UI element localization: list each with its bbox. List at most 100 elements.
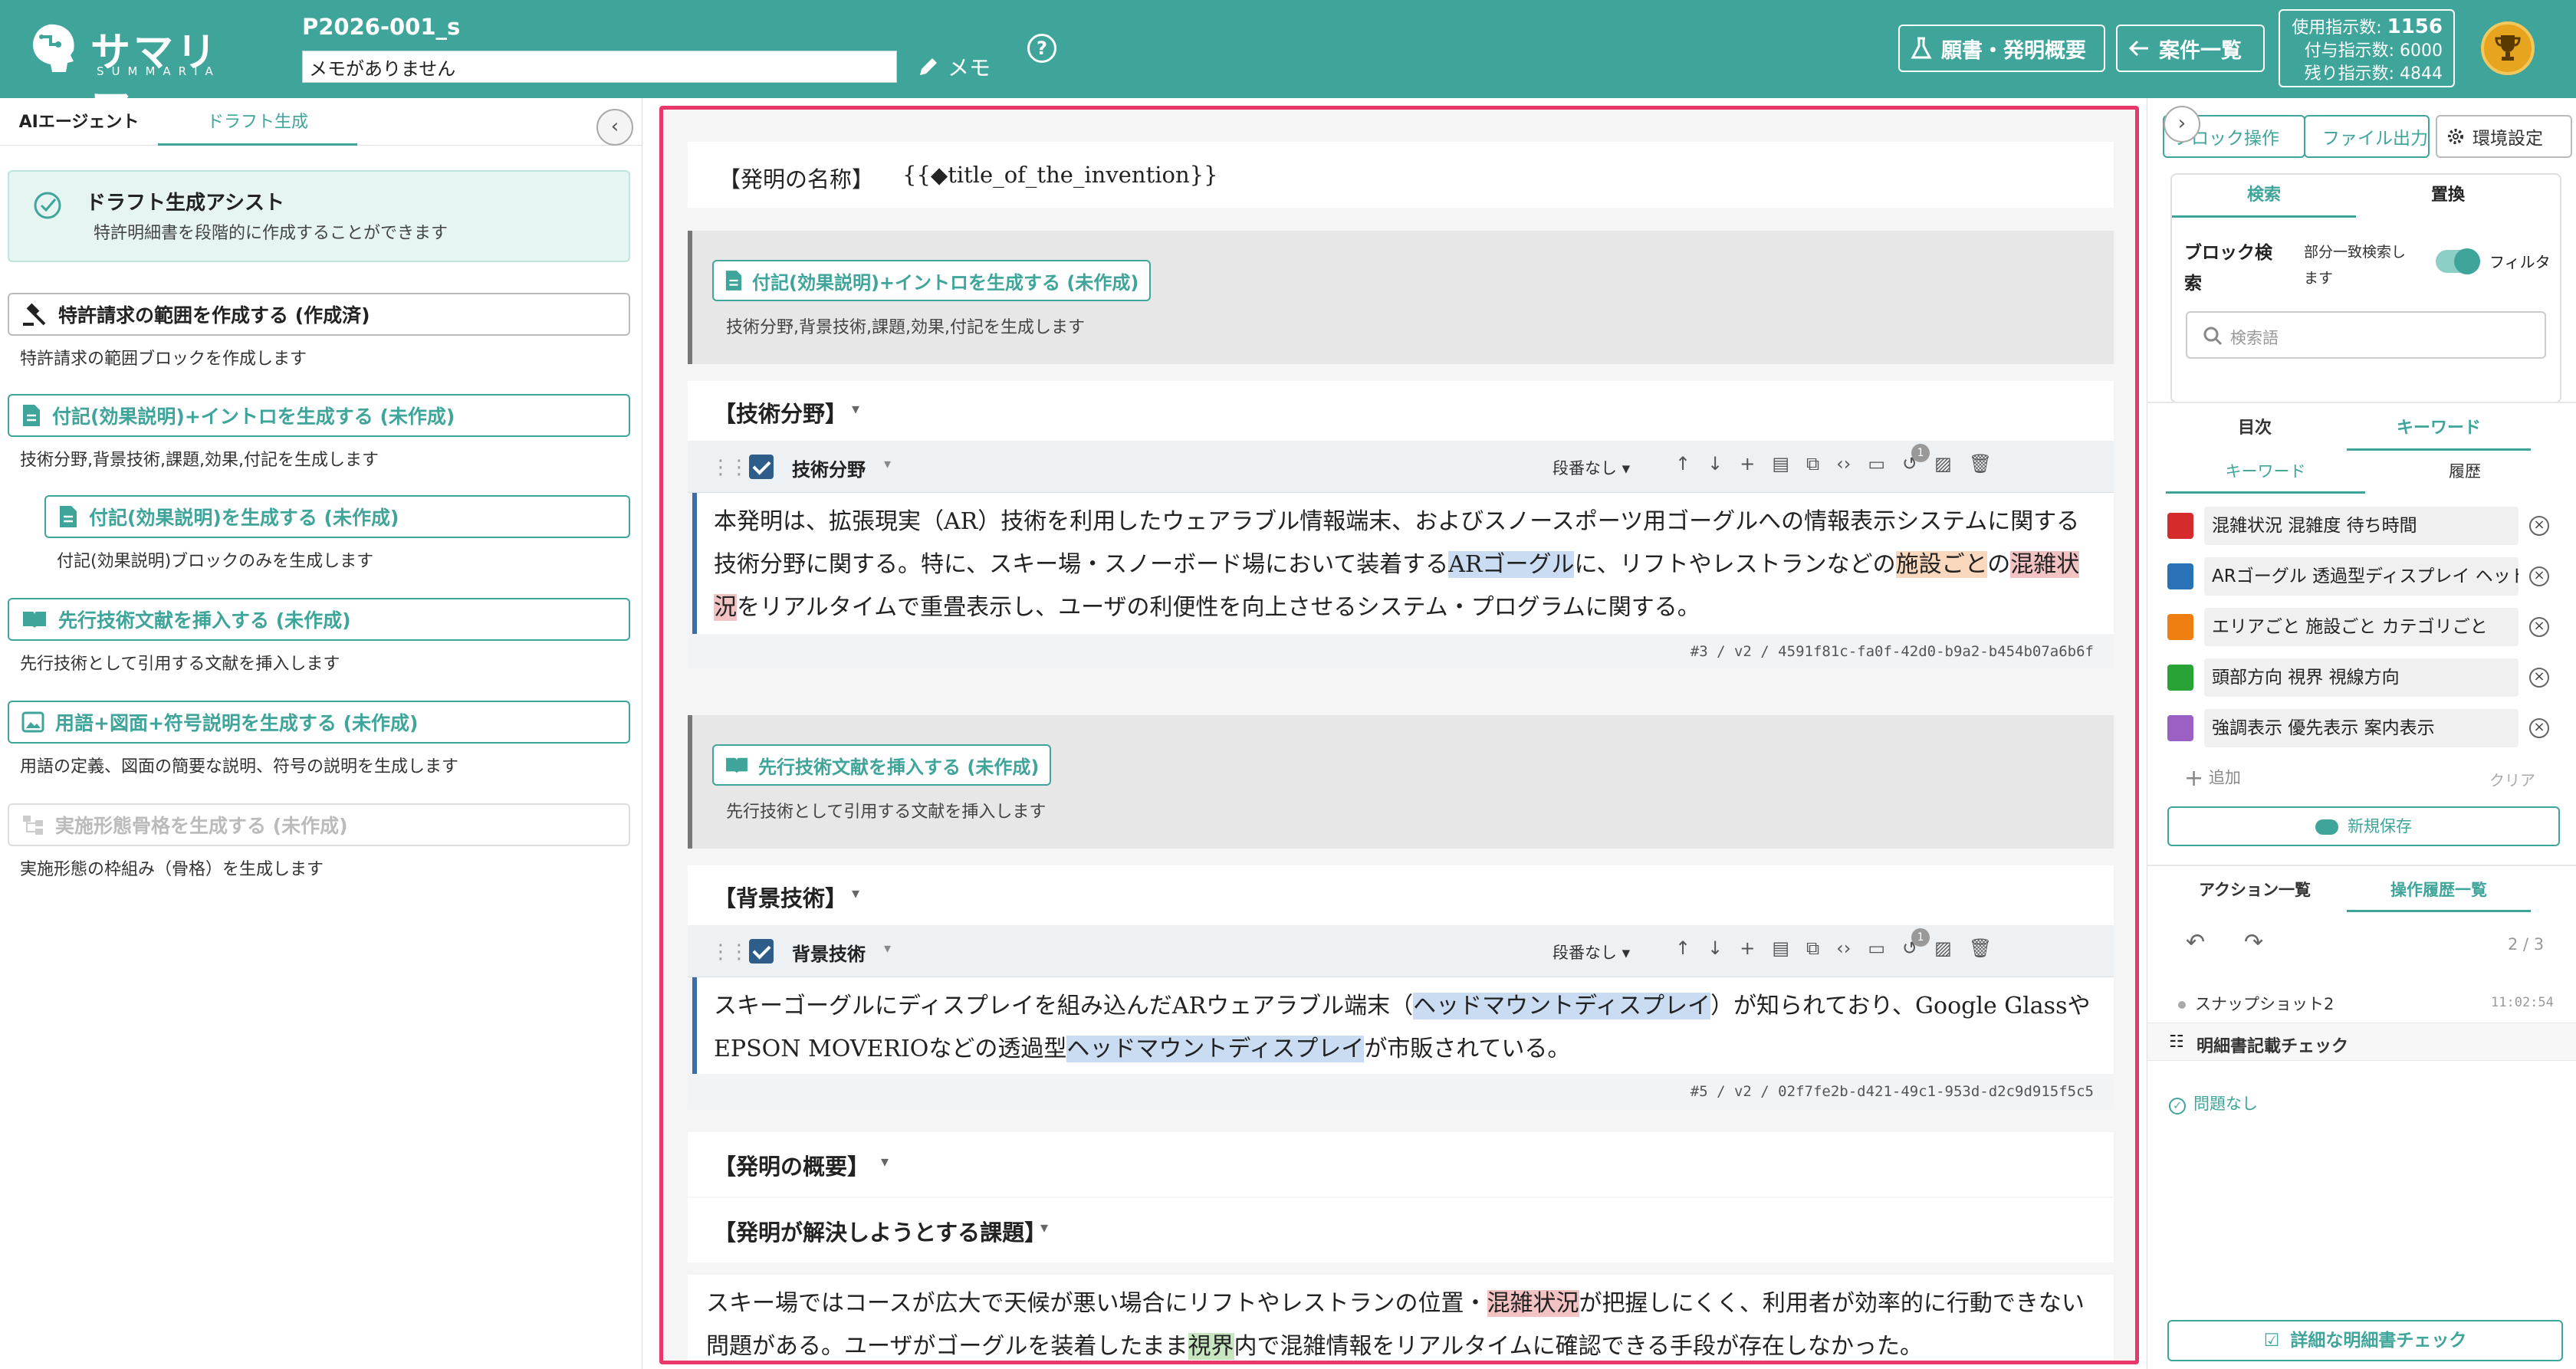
keyword-color-swatch[interactable] <box>2167 614 2193 640</box>
memo-input[interactable] <box>302 51 897 83</box>
trophy-button[interactable] <box>2481 21 2535 75</box>
step-embodiment-button[interactable]: 実施形態骨格を生成する (未作成) <box>8 803 630 846</box>
drag-handle-icon[interactable]: ⋮⋮ <box>711 941 749 964</box>
block-problem-text[interactable]: スキー場ではコースが広大で天候が悪い場合にリフトやレストランの位置・混雑状況が把… <box>688 1275 2114 1361</box>
move-down-icon[interactable]: ↓ <box>1707 937 1723 959</box>
remove-keyword-icon[interactable]: × <box>2529 566 2549 586</box>
tab-actions[interactable]: アクション一覧 <box>2163 869 2347 912</box>
block-background-text[interactable]: スキーゴーグルにディスプレイを組み込んだARウェアラブル端末（ヘッドマウントディ… <box>692 977 2114 1074</box>
comment-icon[interactable]: ▭ <box>1868 937 1885 959</box>
keyword-row[interactable]: 混雑状況 混雑度 待ち時間 × <box>2167 506 2560 546</box>
chevron-down-icon[interactable]: ▾ <box>852 399 859 418</box>
add-keyword-button[interactable]: + 追加 <box>2184 765 2241 792</box>
subtab-history[interactable]: 履歴 <box>2365 451 2564 494</box>
tab-search[interactable]: 検索 <box>2172 175 2356 218</box>
keyword-row[interactable]: エリアごと 施設ごと カテゴリごと × <box>2167 607 2560 647</box>
block-checkbox[interactable] <box>749 939 774 964</box>
document-icon[interactable]: ▤ <box>1772 453 1789 474</box>
tab-keywords[interactable]: キーワード <box>2347 408 2531 451</box>
paragraph-number-select[interactable]: 段番なし ▾ <box>1552 456 1630 479</box>
generate-intro-button[interactable]: 付記(効果説明)+イントロを生成する (未作成) <box>712 260 1152 301</box>
step-intro-button[interactable]: 付記(効果説明)+イントロを生成する (未作成) <box>8 394 630 437</box>
section-background[interactable]: 【背景技術】 ▾ <box>688 865 2114 925</box>
tab-toc[interactable]: 目次 <box>2163 408 2347 451</box>
expand-right-button[interactable]: › <box>2164 106 2200 143</box>
keyword-text[interactable]: 混雑状況 混雑度 待ち時間 <box>2204 507 2518 545</box>
keyword-row[interactable]: ARゴーグル 透過型ディスプレイ ヘッドマウントディスプレイ × <box>2167 556 2560 596</box>
keyword-text[interactable]: エリアごと 施設ごと カテゴリごと <box>2204 608 2518 646</box>
move-up-icon[interactable]: ↑ <box>1675 937 1691 959</box>
copy-icon[interactable]: ⧉ <box>1806 453 1819 474</box>
snapshot-item[interactable]: スナップショット2 <box>2178 992 2334 1015</box>
remove-keyword-icon[interactable]: × <box>2529 617 2549 637</box>
block-checkbox[interactable] <box>749 455 774 479</box>
file-output-button[interactable]: ファイル出力 <box>2304 115 2430 158</box>
step-prior-art-button[interactable]: 先行技術文献を挿入する (未作成) <box>8 598 630 641</box>
step-effect-button[interactable]: 付記(効果説明)を生成する (未作成) <box>44 495 630 538</box>
chevron-down-icon[interactable]: ▾ <box>884 456 891 472</box>
keyword-color-swatch[interactable] <box>2167 513 2193 539</box>
add-icon[interactable]: + <box>1740 453 1755 474</box>
section-summary[interactable]: 【発明の概要】 ▾ <box>688 1132 2114 1197</box>
chevron-down-icon[interactable]: ▾ <box>884 941 891 957</box>
step-embodiment-desc: 実施形態の枠組み（骨格）を生成します <box>20 860 324 879</box>
section-problem[interactable]: 【発明が解決しようとする課題】 ▾ <box>688 1198 2114 1262</box>
keyword-color-swatch[interactable] <box>2167 665 2193 691</box>
keyword-row[interactable]: 強調表示 優先表示 案内表示 × <box>2167 708 2560 748</box>
logo[interactable]: サマリア SUMMARIA <box>26 20 248 133</box>
settings-button[interactable]: 環境設定 <box>2436 115 2572 158</box>
tab-ai-agent[interactable]: AIエージェント <box>0 101 158 146</box>
help-icon[interactable]: ? <box>1027 34 1056 63</box>
chevron-down-icon[interactable]: ▾ <box>852 884 859 902</box>
generate-prior-art-button[interactable]: 先行技術文献を挿入する (未作成) <box>712 744 1052 786</box>
tab-replace[interactable]: 置換 <box>2356 175 2540 218</box>
detailed-check-button[interactable]: ☑ 詳細な明細書チェック <box>2167 1320 2563 1361</box>
document-icon[interactable]: ▤ <box>1772 937 1789 959</box>
save-keywords-button[interactable]: 新規保存 <box>2167 806 2560 846</box>
paragraph-number-select[interactable]: 段番なし ▾ <box>1552 941 1630 964</box>
code-icon[interactable]: ‹› <box>1836 453 1851 474</box>
subtab-keywords[interactable]: キーワード <box>2166 451 2365 494</box>
search-input-box[interactable]: 検索語 <box>2186 311 2546 359</box>
comment-icon[interactable]: ▭ <box>1868 453 1885 474</box>
redo-icon[interactable]: ↷ <box>2244 929 2263 956</box>
clear-keywords-button[interactable]: クリア <box>2489 768 2535 790</box>
chevron-down-icon[interactable]: ▾ <box>1040 1218 1048 1236</box>
cases-button[interactable]: 案件一覧 <box>2116 25 2265 72</box>
copy-icon[interactable]: ⧉ <box>1806 937 1819 959</box>
delete-icon[interactable]: 🗑 <box>1969 453 1992 474</box>
chevron-down-icon[interactable]: ▾ <box>881 1152 889 1170</box>
drag-handle-icon[interactable]: ⋮⋮ <box>711 456 749 479</box>
keyword-color-swatch[interactable] <box>2167 715 2193 741</box>
code-icon[interactable]: ‹› <box>1836 937 1851 959</box>
memo-button[interactable]: メモ <box>917 49 991 84</box>
delete-icon[interactable]: 🗑 <box>1969 937 1992 959</box>
move-down-icon[interactable]: ↓ <box>1707 453 1723 474</box>
remove-keyword-icon[interactable]: × <box>2529 668 2549 688</box>
image-icon[interactable]: ▨ <box>1934 453 1952 474</box>
keyword-text[interactable]: 強調表示 優先表示 案内表示 <box>2204 709 2518 747</box>
remove-keyword-icon[interactable]: × <box>2529 718 2549 738</box>
history-icon[interactable]: ↺ 1 <box>1902 928 1930 959</box>
keyword-row[interactable]: 頭部方向 視界 視線方向 × <box>2167 658 2560 698</box>
application-button[interactable]: 願書・発明概要 <box>1898 25 2105 72</box>
filter-toggle[interactable] <box>2436 248 2480 274</box>
move-up-icon[interactable]: ↑ <box>1675 453 1691 474</box>
block-tech-field-text[interactable]: 本発明は、拡張現実（AR）技術を利用したウェアラブル情報端末、およびスノースポー… <box>692 493 2114 634</box>
history-icon[interactable]: ↺ 1 <box>1902 444 1930 474</box>
keyword-color-swatch[interactable] <box>2167 563 2193 589</box>
undo-icon[interactable]: ↶ <box>2186 929 2205 956</box>
step-claims-button[interactable]: 特許請求の範囲を作成する (作成済) <box>8 293 630 336</box>
section-tech-field[interactable]: 【技術分野】 ▾ <box>688 381 2114 441</box>
tab-operation-history[interactable]: 操作履歴一覧 <box>2347 869 2531 912</box>
add-icon[interactable]: + <box>1740 937 1755 959</box>
collapse-left-button[interactable]: ‹ <box>596 109 633 146</box>
invention-title-block[interactable]: 【発明の名称】 {{◆title_of_the_invention}} <box>688 142 2114 208</box>
step-terms-button[interactable]: 用語+図面+符号説明を生成する (未作成) <box>8 701 630 744</box>
keyword-text[interactable]: ARゴーグル 透過型ディスプレイ ヘッドマウントディスプレイ <box>2204 557 2518 596</box>
keyword-text[interactable]: 頭部方向 視界 視線方向 <box>2204 658 2518 697</box>
image-icon[interactable]: ▨ <box>1934 937 1952 959</box>
remove-keyword-icon[interactable]: × <box>2529 516 2549 536</box>
tab-draft-generation[interactable]: ドラフト生成 <box>158 101 357 146</box>
block-background: ⋮⋮ 背景技術 ▾ 段番なし ▾ ↑ ↓ + ▤ ⧉ ‹› ▭ ↺ 1 ▨ 🗑 ス… <box>688 925 2114 1109</box>
